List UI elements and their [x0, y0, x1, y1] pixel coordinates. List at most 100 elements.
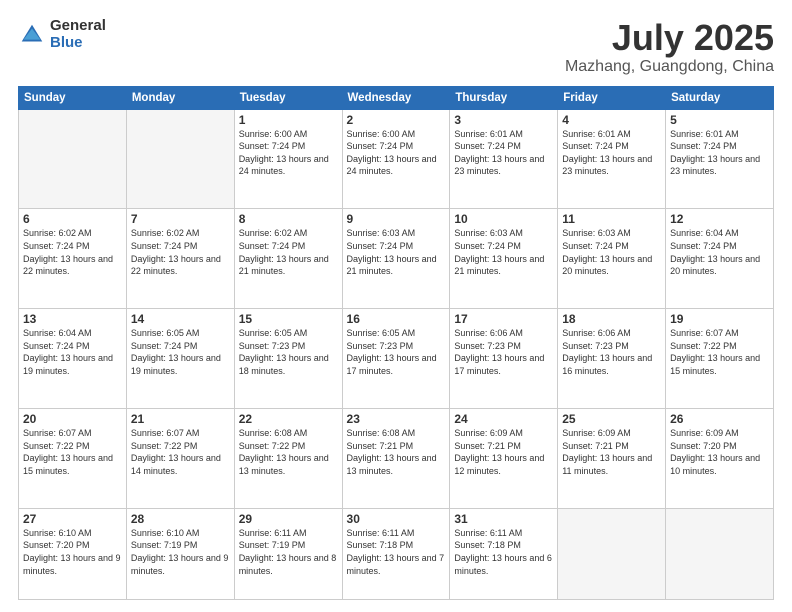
calendar-cell: 24Sunrise: 6:09 AM Sunset: 7:21 PM Dayli… — [450, 408, 558, 508]
week-row-1: 1Sunrise: 6:00 AM Sunset: 7:24 PM Daylig… — [19, 109, 774, 209]
day-number: 6 — [23, 212, 122, 226]
calendar-cell: 23Sunrise: 6:08 AM Sunset: 7:21 PM Dayli… — [342, 408, 450, 508]
day-number: 19 — [670, 312, 769, 326]
calendar-cell: 21Sunrise: 6:07 AM Sunset: 7:22 PM Dayli… — [126, 408, 234, 508]
calendar-cell: 13Sunrise: 6:04 AM Sunset: 7:24 PM Dayli… — [19, 309, 127, 409]
calendar-cell: 14Sunrise: 6:05 AM Sunset: 7:24 PM Dayli… — [126, 309, 234, 409]
week-row-3: 13Sunrise: 6:04 AM Sunset: 7:24 PM Dayli… — [19, 309, 774, 409]
calendar-cell — [558, 508, 666, 599]
calendar-cell — [126, 109, 234, 209]
logo-text: General Blue — [50, 18, 106, 51]
location-title: Mazhang, Guangdong, China — [565, 58, 774, 76]
day-number: 22 — [239, 412, 338, 426]
calendar-cell: 10Sunrise: 6:03 AM Sunset: 7:24 PM Dayli… — [450, 209, 558, 309]
day-info: Sunrise: 6:09 AM Sunset: 7:21 PM Dayligh… — [454, 427, 553, 477]
day-info: Sunrise: 6:05 AM Sunset: 7:24 PM Dayligh… — [131, 327, 230, 377]
calendar-cell: 7Sunrise: 6:02 AM Sunset: 7:24 PM Daylig… — [126, 209, 234, 309]
calendar-table: SundayMondayTuesdayWednesdayThursdayFrid… — [18, 86, 774, 600]
calendar-cell: 28Sunrise: 6:10 AM Sunset: 7:19 PM Dayli… — [126, 508, 234, 599]
calendar-cell: 22Sunrise: 6:08 AM Sunset: 7:22 PM Dayli… — [234, 408, 342, 508]
weekday-header-sunday: Sunday — [19, 86, 127, 109]
calendar-cell: 4Sunrise: 6:01 AM Sunset: 7:24 PM Daylig… — [558, 109, 666, 209]
day-number: 1 — [239, 113, 338, 127]
day-info: Sunrise: 6:05 AM Sunset: 7:23 PM Dayligh… — [347, 327, 446, 377]
calendar-cell — [666, 508, 774, 599]
day-number: 12 — [670, 212, 769, 226]
day-info: Sunrise: 6:06 AM Sunset: 7:23 PM Dayligh… — [454, 327, 553, 377]
title-block: July 2025 Mazhang, Guangdong, China — [565, 18, 774, 76]
calendar-cell: 6Sunrise: 6:02 AM Sunset: 7:24 PM Daylig… — [19, 209, 127, 309]
day-info: Sunrise: 6:01 AM Sunset: 7:24 PM Dayligh… — [670, 128, 769, 178]
calendar-cell: 5Sunrise: 6:01 AM Sunset: 7:24 PM Daylig… — [666, 109, 774, 209]
weekday-header-wednesday: Wednesday — [342, 86, 450, 109]
day-number: 9 — [347, 212, 446, 226]
logo-icon — [18, 21, 46, 49]
day-number: 21 — [131, 412, 230, 426]
day-info: Sunrise: 6:06 AM Sunset: 7:23 PM Dayligh… — [562, 327, 661, 377]
day-info: Sunrise: 6:02 AM Sunset: 7:24 PM Dayligh… — [131, 227, 230, 277]
day-info: Sunrise: 6:00 AM Sunset: 7:24 PM Dayligh… — [239, 128, 338, 178]
day-info: Sunrise: 6:11 AM Sunset: 7:18 PM Dayligh… — [347, 527, 446, 577]
weekday-header-saturday: Saturday — [666, 86, 774, 109]
day-info: Sunrise: 6:08 AM Sunset: 7:22 PM Dayligh… — [239, 427, 338, 477]
day-info: Sunrise: 6:04 AM Sunset: 7:24 PM Dayligh… — [670, 227, 769, 277]
month-title: July 2025 — [565, 18, 774, 58]
calendar-cell: 2Sunrise: 6:00 AM Sunset: 7:24 PM Daylig… — [342, 109, 450, 209]
day-number: 8 — [239, 212, 338, 226]
calendar-cell: 15Sunrise: 6:05 AM Sunset: 7:23 PM Dayli… — [234, 309, 342, 409]
day-number: 5 — [670, 113, 769, 127]
calendar-cell: 30Sunrise: 6:11 AM Sunset: 7:18 PM Dayli… — [342, 508, 450, 599]
calendar-cell: 26Sunrise: 6:09 AM Sunset: 7:20 PM Dayli… — [666, 408, 774, 508]
day-number: 7 — [131, 212, 230, 226]
day-number: 15 — [239, 312, 338, 326]
day-number: 18 — [562, 312, 661, 326]
calendar-cell: 19Sunrise: 6:07 AM Sunset: 7:22 PM Dayli… — [666, 309, 774, 409]
day-info: Sunrise: 6:11 AM Sunset: 7:19 PM Dayligh… — [239, 527, 338, 577]
day-number: 10 — [454, 212, 553, 226]
logo: General Blue — [18, 18, 106, 51]
calendar-cell: 12Sunrise: 6:04 AM Sunset: 7:24 PM Dayli… — [666, 209, 774, 309]
day-number: 16 — [347, 312, 446, 326]
day-number: 31 — [454, 512, 553, 526]
week-row-2: 6 Sunrise: 6:02 AM Sunset: 7:24 PM Daylig… — [19, 209, 774, 309]
day-info: Sunrise: 6:02 AM Sunset: 7:24 PM Dayligh… — [239, 227, 338, 277]
weekday-header-monday: Monday — [126, 86, 234, 109]
day-info: Sunrise: 6:04 AM Sunset: 7:24 PM Dayligh… — [23, 327, 122, 377]
calendar-cell: 20Sunrise: 6:07 AM Sunset: 7:22 PM Dayli… — [19, 408, 127, 508]
day-number: 26 — [670, 412, 769, 426]
day-number: 28 — [131, 512, 230, 526]
logo-general-text: General — [50, 18, 106, 35]
day-info: Sunrise: 6:05 AM Sunset: 7:23 PM Dayligh… — [239, 327, 338, 377]
day-number: 25 — [562, 412, 661, 426]
page: General Blue July 2025 Mazhang, Guangdon… — [0, 0, 792, 612]
day-info: Sunrise: 6:00 AM Sunset: 7:24 PM Dayligh… — [347, 128, 446, 178]
day-info: Sunrise: 6:07 AM Sunset: 7:22 PM Dayligh… — [670, 327, 769, 377]
week-row-5: 27Sunrise: 6:10 AM Sunset: 7:20 PM Dayli… — [19, 508, 774, 599]
day-info: Sunrise: 6:03 AM Sunset: 7:24 PM Dayligh… — [562, 227, 661, 277]
week-row-4: 20Sunrise: 6:07 AM Sunset: 7:22 PM Dayli… — [19, 408, 774, 508]
day-number: 2 — [347, 113, 446, 127]
weekday-header-row: SundayMondayTuesdayWednesdayThursdayFrid… — [19, 86, 774, 109]
calendar-cell: 8Sunrise: 6:02 AM Sunset: 7:24 PM Daylig… — [234, 209, 342, 309]
day-info: Sunrise: 6:03 AM Sunset: 7:24 PM Dayligh… — [454, 227, 553, 277]
calendar-cell: 9Sunrise: 6:03 AM Sunset: 7:24 PM Daylig… — [342, 209, 450, 309]
weekday-header-thursday: Thursday — [450, 86, 558, 109]
calendar-cell: 27Sunrise: 6:10 AM Sunset: 7:20 PM Dayli… — [19, 508, 127, 599]
day-info: Sunrise: 6:01 AM Sunset: 7:24 PM Dayligh… — [454, 128, 553, 178]
weekday-header-friday: Friday — [558, 86, 666, 109]
calendar-cell: 11Sunrise: 6:03 AM Sunset: 7:24 PM Dayli… — [558, 209, 666, 309]
calendar-cell: 18Sunrise: 6:06 AM Sunset: 7:23 PM Dayli… — [558, 309, 666, 409]
day-number: 3 — [454, 113, 553, 127]
day-info: Sunrise: 6:01 AM Sunset: 7:24 PM Dayligh… — [562, 128, 661, 178]
day-number: 20 — [23, 412, 122, 426]
day-number: 27 — [23, 512, 122, 526]
weekday-header-tuesday: Tuesday — [234, 86, 342, 109]
day-number: 30 — [347, 512, 446, 526]
header: General Blue July 2025 Mazhang, Guangdon… — [18, 18, 774, 76]
day-info: Sunrise: 6:07 AM Sunset: 7:22 PM Dayligh… — [23, 427, 122, 477]
calendar-cell: 31Sunrise: 6:11 AM Sunset: 7:18 PM Dayli… — [450, 508, 558, 599]
day-info: Sunrise: 6:10 AM Sunset: 7:20 PM Dayligh… — [23, 527, 122, 577]
day-info: Sunrise: 6:07 AM Sunset: 7:22 PM Dayligh… — [131, 427, 230, 477]
day-info: Sunrise: 6:11 AM Sunset: 7:18 PM Dayligh… — [454, 527, 553, 577]
day-number: 11 — [562, 212, 661, 226]
